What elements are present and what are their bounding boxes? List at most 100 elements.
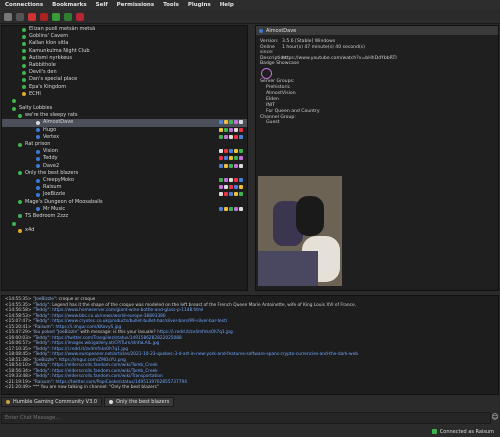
chat-link[interactable]: https://images.wikigallery.at/CP/Turn/sI…: [52, 341, 159, 346]
client-status-icon: [36, 164, 40, 169]
chat-sender[interactable]: "Teddy": [33, 336, 50, 341]
channel-icon: [18, 214, 22, 219]
channel-row[interactable]: Elizan puoli metsän metsä: [2, 26, 247, 33]
channel-row[interactable]: Kamunkulma Night Club: [2, 48, 247, 55]
client-row[interactable]: JoeBizzle: [2, 191, 247, 198]
client-row[interactable]: CreepyMoko: [2, 177, 247, 184]
chat-sender[interactable]: "Raisum": [33, 325, 53, 330]
subscribe-icon[interactable]: [64, 12, 72, 21]
chat-sender[interactable]: "Teddy": [33, 374, 50, 379]
tab-channel[interactable]: Only the best blazers: [104, 397, 175, 407]
client-row[interactable]: AlmostDave: [2, 119, 247, 127]
menu-item-self[interactable]: Self: [96, 2, 108, 8]
channel-row[interactable]: Rat prison: [2, 141, 247, 148]
group-badge-icon: [234, 156, 238, 161]
chat-sender[interactable]: "Teddy": [33, 363, 50, 368]
connect-icon[interactable]: [4, 12, 12, 21]
channel-row[interactable]: ECHI: [2, 91, 247, 98]
tree-item-label: CreepyMoko: [43, 176, 74, 183]
mute-microphone-icon[interactable]: [28, 12, 36, 21]
client-row[interactable]: Vertex: [2, 134, 247, 141]
channel-row[interactable]: [2, 98, 247, 105]
emoji-icon[interactable]: ☺: [491, 413, 499, 421]
channel-row[interactable]: Goblins' Cavern: [2, 33, 247, 40]
connection-status-icon: [431, 429, 437, 434]
chat-link[interactable]: https://elderscrolls.fandom.com/wiki/Tom…: [52, 363, 158, 368]
chat-link[interactable]: https://elderscrolls.fandom.com/wiki/Tra…: [52, 374, 163, 379]
client-row[interactable]: Hugo: [2, 127, 247, 134]
group-badge-icon: [234, 149, 238, 154]
chat-link[interactable]: https://twitter.com/PapiCooke/status/149…: [56, 380, 187, 385]
chat-link[interactable]: https://twitter.com/Trangillez/status/14…: [52, 336, 182, 341]
chat-message: : croque or croque: [55, 297, 96, 302]
chat-sender[interactable]: You poked "JoeBizzle": [33, 330, 79, 335]
menu-item-plugins[interactable]: Plugins: [188, 2, 211, 8]
away-icon[interactable]: [52, 12, 60, 21]
client-row[interactable]: Raisum: [2, 184, 247, 191]
menu-item-help[interactable]: Help: [220, 2, 234, 8]
channel-row[interactable]: Autismi nyrkkeus: [2, 55, 247, 62]
channel-row[interactable]: Dan's special place: [2, 76, 247, 83]
client-row[interactable]: Vision: [2, 148, 247, 155]
client-row[interactable]: Mr Music: [2, 206, 247, 213]
chat-link[interactable]: https://imgur.com/ZMOsYU.png: [59, 358, 126, 363]
tree-item-label: Vertex: [43, 133, 60, 140]
chat-message: : Legend has it the shape of the croque …: [49, 302, 356, 308]
tab-server[interactable]: Humble Gaming Community V3.0: [1, 397, 103, 407]
chat-log[interactable]: <14:55:35> "JoeBizzle": croque or croque…: [1, 295, 499, 395]
client-row[interactable]: Teddy: [2, 155, 247, 162]
channel-row[interactable]: TS Bedroom 2zzz: [2, 213, 247, 220]
chat-link[interactable]: https://www.homeserver.com/giant-wine-bo…: [52, 308, 203, 313]
menu-item-permissions[interactable]: Permissions: [117, 2, 155, 8]
group-badge-icon: [239, 120, 243, 125]
channel-row[interactable]: we're the sleepy rats: [2, 112, 247, 119]
chat-sender[interactable]: "Teddy": [33, 319, 50, 324]
chat-sender[interactable]: "Teddy": [33, 308, 50, 313]
group-badge-icon: [219, 149, 223, 154]
channel-row[interactable]: Only the best blazers: [2, 170, 247, 177]
chat-link[interactable]: https://i.redd.it/zv4mfnks0h7q1.jpg: [52, 347, 128, 352]
chat-sender[interactable]: "Raisum": [33, 380, 53, 385]
channel-icon: [18, 113, 22, 118]
channel-row[interactable]: Mage's Dungeon of Moosaballs: [2, 199, 247, 206]
badge-icon: [261, 67, 272, 79]
bookmark-icon[interactable]: [76, 12, 84, 21]
channel-row[interactable]: Devil's den: [2, 69, 247, 76]
chat-link[interactable]: https://www.cryotec.co.uk/products/bulle…: [52, 319, 227, 324]
menu-item-bookmarks[interactable]: Bookmarks: [52, 2, 87, 8]
chat-sender[interactable]: "Teddy": [33, 352, 50, 357]
group-badge-icon: [224, 177, 228, 182]
chat-sender[interactable]: "Teddy": [33, 314, 50, 319]
chat-link[interactable]: https://i.imgur.com/kKovyS.jpg: [56, 325, 122, 330]
chat-sender[interactable]: "Teddy": [33, 341, 50, 346]
chat-link[interactable]: https://elderscrolls.fandom.com/wiki/Tom…: [52, 369, 158, 374]
chat-message: *** You are now talking in channel: "Onl…: [32, 385, 159, 390]
chat-sender[interactable]: "JoeBizzle": [33, 358, 56, 363]
channel-row[interactable]: Rabbithole: [2, 62, 247, 69]
chat-link[interactable]: https://i.redd.it/zv4mfnks0h7q1.jpg: [157, 330, 233, 335]
chat-sender[interactable]: "JoeBizzle": [33, 297, 56, 302]
chat-sender[interactable]: "Teddy": [33, 347, 50, 352]
tree-item-label: Autismi nyrkkeus: [29, 54, 73, 61]
channel-row[interactable]: Kallan klon sitla: [2, 40, 247, 47]
channel-row[interactable]: Salty Lobbies: [2, 105, 247, 112]
mute-speakers-icon[interactable]: [40, 12, 48, 21]
disconnect-icon[interactable]: [16, 12, 24, 21]
channel-tab-icon: [109, 400, 114, 404]
menu-item-tools[interactable]: Tools: [163, 2, 179, 8]
chat-link[interactable]: https://www.europeaner.net/articles/2021…: [52, 352, 358, 357]
channel-tree[interactable]: Elizan puoli metsän metsä Goblins' Cavern…: [1, 25, 248, 291]
chat-link[interactable]: https://www.bbc.co.uk/news/world-europe-…: [52, 314, 165, 319]
description-value[interactable]: https://www.youtube.com/watch?v=bHhDdYbb…: [282, 56, 397, 62]
tree-item-label: Dan's special place: [29, 76, 78, 83]
client-row[interactable]: Dave2: [2, 163, 247, 170]
menu-item-connections[interactable]: Connections: [5, 2, 43, 8]
chat-timestamp: <14:56:58>: [5, 308, 32, 313]
chat-sender[interactable]: "Teddy": [33, 303, 50, 308]
chat-sender[interactable]: "Teddy": [33, 369, 50, 374]
channel-row[interactable]: x4d: [2, 227, 247, 234]
channel-row[interactable]: [2, 220, 247, 227]
chat-message-input[interactable]: [1, 412, 491, 424]
client-avatar-photo: [258, 176, 342, 286]
channel-row[interactable]: Epa's Kingdom: [2, 84, 247, 91]
